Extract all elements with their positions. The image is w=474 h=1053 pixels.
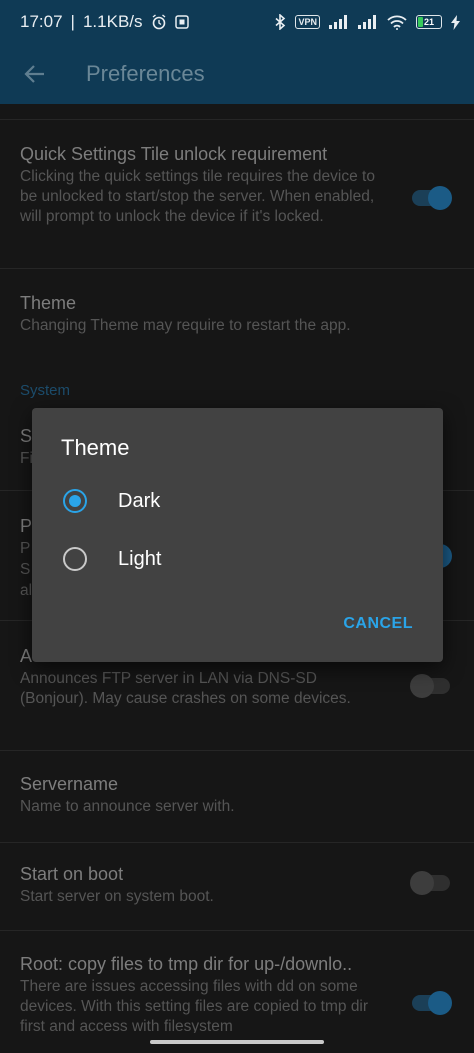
setting-summary: Changing Theme may require to restart th… [20,317,351,334]
setting-title: Servername [20,774,119,794]
signal-icon-1 [329,15,349,29]
setting-summary: Clicking the quick settings tile require… [20,168,375,225]
alarm-icon [151,14,167,30]
charging-icon [451,14,460,30]
divider [0,268,474,269]
setting-root-copy-tmp[interactable]: Root: copy files to tmp dir for up-/down… [20,952,454,1037]
start-on-boot-switch[interactable] [410,871,450,895]
divider [0,750,474,751]
cancel-button[interactable]: CANCEL [343,615,413,633]
page-title: Preferences [86,61,205,86]
setting-summary: There are issues accessing files with dd… [20,978,369,1035]
wifi-icon [387,15,407,30]
app-bar: Preferences [0,44,474,104]
home-gesture-pill[interactable] [150,1040,324,1044]
setting-title: Quick Settings Tile unlock requirement [20,144,328,164]
setting-start-on-boot[interactable]: Start on boot Start server on system boo… [20,862,454,907]
bluetooth-icon [274,14,286,30]
back-button[interactable] [0,44,70,104]
divider [0,930,474,931]
theme-dialog: Theme Dark Light CANCEL [32,408,443,662]
quick-tile-unlock-switch[interactable] [412,186,452,210]
setting-summary: Announces FTP server in LAN via DNS-SD (… [20,670,351,707]
announce-switch[interactable] [410,674,450,698]
root-copy-tmp-switch[interactable] [412,991,452,1015]
radio-light[interactable] [63,547,87,571]
option-label: Light [118,547,162,570]
status-time: 17:07 [20,12,63,31]
vpn-badge: VPN [295,15,320,29]
signal-icon-2 [358,15,378,29]
option-label: Dark [118,489,161,512]
setting-title: Root: copy files to tmp dir for up-/down… [20,954,353,974]
divider [0,842,474,843]
divider [0,119,474,120]
battery-level: 21 [423,17,434,27]
back-arrow-icon [24,65,44,83]
status-separator: | [70,12,75,31]
theme-option-light[interactable]: Light [32,532,443,586]
status-bar: 17:07 | 1.1KB/s VPN 21 [0,0,474,44]
setting-title: Theme [20,293,77,313]
battery-icon: 21 [416,15,442,29]
section-header-system: System [20,382,71,399]
theme-option-dark[interactable]: Dark [32,474,443,528]
setting-quick-tile-unlock[interactable]: Quick Settings Tile unlock requirement C… [20,142,454,227]
dialog-title: Theme [61,435,130,460]
radio-dark[interactable] [63,489,87,513]
screen-record-icon [174,15,189,29]
setting-theme[interactable]: Theme Changing Theme may require to rest… [20,291,454,336]
status-net-speed: 1.1KB/s [82,12,143,31]
setting-summary: Name to announce server with. [20,798,235,815]
setting-servername[interactable]: Servername Name to announce server with. [20,772,454,817]
setting-title: Start on boot [20,864,124,884]
navigation-bar [0,1033,474,1053]
setting-summary: Start server on system boot. [20,888,214,905]
